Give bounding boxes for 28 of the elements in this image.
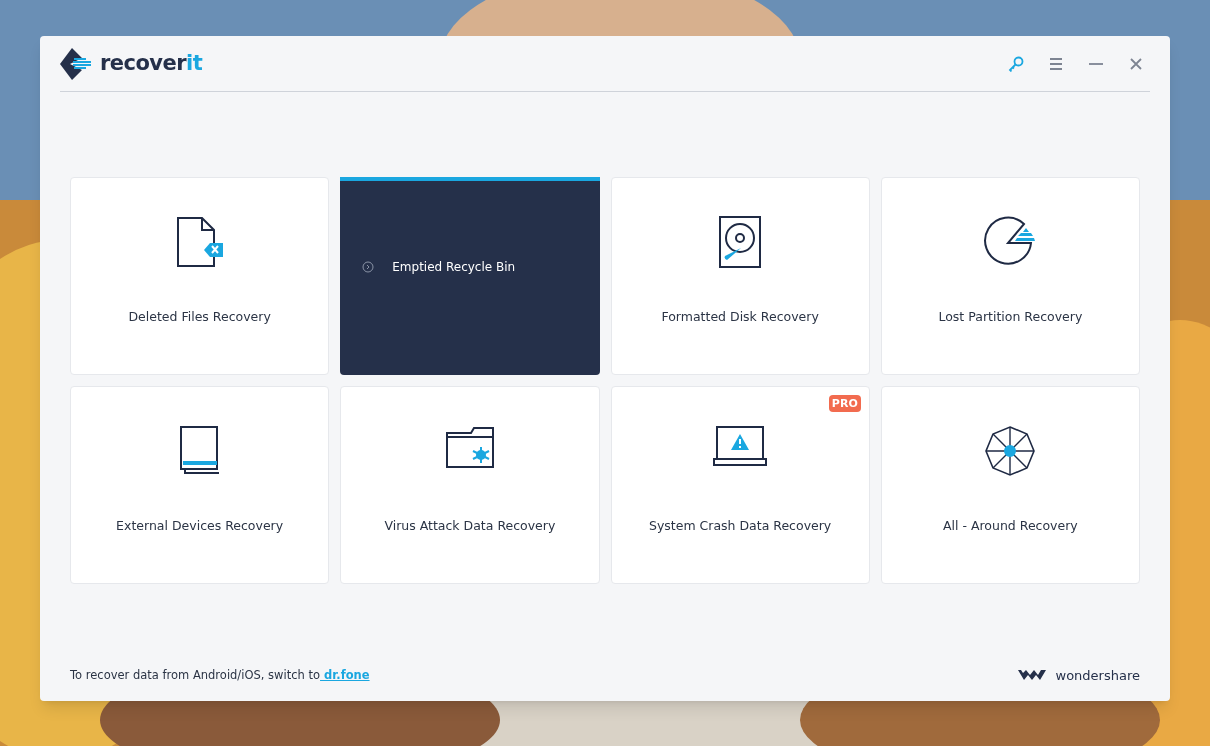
card-title: External Devices Recovery <box>116 517 284 535</box>
chevron-circle-icon <box>362 261 375 273</box>
recovery-card[interactable]: External Devices Recovery <box>70 386 330 584</box>
recovery-card[interactable]: PRO System Crash Data Recovery <box>610 386 870 584</box>
recovery-card[interactable]: Deleted Files Recovery <box>70 177 330 375</box>
card-title: All - Around Recovery <box>943 517 1078 535</box>
network-icon <box>984 425 1037 477</box>
recovery-card[interactable]: Formatted Disk Recovery <box>610 177 870 375</box>
recovery-card[interactable]: Emptied Recycle Bin <box>340 177 600 375</box>
card-title: Formatted Disk Recovery <box>661 308 819 326</box>
card-title: Virus Attack Data Recovery <box>384 517 556 535</box>
pro-badge: PRO <box>828 395 861 412</box>
recovery-card[interactable]: Virus Attack Data Recovery <box>340 386 600 584</box>
drive-icon <box>178 425 221 475</box>
folder-bug-icon <box>444 425 495 469</box>
pie-chart-icon <box>984 216 1037 266</box>
card-option: Emptied Recycle Bin <box>392 258 516 276</box>
card-title: Lost Partition Recovery <box>938 308 1083 326</box>
recovery-card[interactable]: Lost Partition Recovery <box>880 177 1140 375</box>
recovery-card[interactable]: All - Around Recovery <box>880 386 1140 584</box>
footer-text: To recover data from Android/iOS, switch to dr.fone <box>70 666 370 684</box>
logo-icon <box>60 47 94 80</box>
logo-text: recoverit <box>100 49 203 77</box>
card-title: Deleted Files Recovery <box>128 308 271 326</box>
brand-name: wondershare <box>1055 666 1140 685</box>
file-delete-icon <box>175 216 224 268</box>
laptop-warning-icon <box>713 425 768 467</box>
card-title: System Crash Data Recovery <box>648 517 832 535</box>
